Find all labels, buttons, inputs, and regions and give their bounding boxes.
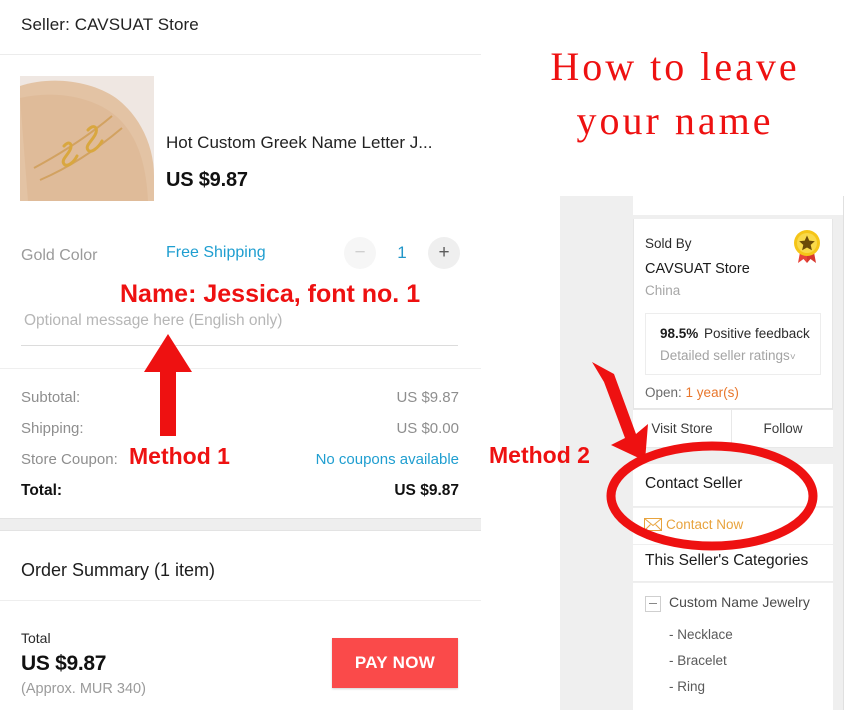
quantity-stepper: − 1 + bbox=[344, 237, 460, 269]
total-row-value: US $0.00 bbox=[396, 420, 459, 437]
store-coupon-link[interactable]: No coupons available bbox=[316, 451, 459, 468]
total-row: Subtotal: US $9.87 bbox=[0, 383, 481, 414]
grand-total-label: Total: bbox=[21, 482, 63, 499]
store-open-duration: Open: 1 year(s) bbox=[645, 385, 739, 400]
annotation-method-1: Method 1 bbox=[129, 443, 230, 469]
product-row: Hot Custom Greek Name Letter J... US $9.… bbox=[0, 55, 481, 269]
feedback-box[interactable]: 98.5% Positive feedback Detailed seller … bbox=[645, 313, 821, 375]
quantity-decrease-button[interactable]: − bbox=[344, 237, 376, 269]
medal-icon bbox=[792, 229, 822, 265]
order-summary-divider bbox=[0, 600, 481, 601]
contact-seller-label: Contact Seller bbox=[645, 475, 743, 492]
total-row: Shipping: US $0.00 bbox=[0, 414, 481, 445]
free-shipping-label[interactable]: Free Shipping bbox=[166, 244, 266, 262]
sellers-categories-label: This Seller's Categories bbox=[645, 552, 809, 569]
totals-list: Subtotal: US $9.87 Shipping: US $0.00 St… bbox=[0, 383, 481, 507]
store-open-years: 1 year(s) bbox=[685, 385, 739, 400]
order-summary-title: Order Summary (1 item) bbox=[21, 560, 216, 580]
feedback-percent: 98.5% bbox=[660, 326, 699, 341]
store-action-buttons: Visit Store Follow bbox=[633, 409, 833, 448]
category-child[interactable]: - Ring bbox=[669, 679, 705, 694]
annotation-title-line2: your name bbox=[576, 98, 774, 143]
total-row-label: Subtotal: bbox=[21, 389, 81, 406]
category-child[interactable]: - Necklace bbox=[669, 627, 733, 642]
follow-button[interactable]: Follow bbox=[733, 410, 833, 447]
category-parent[interactable]: Custom Name Jewelry bbox=[669, 594, 810, 610]
store-open-label: Open: bbox=[645, 385, 682, 400]
store-country: China bbox=[645, 283, 681, 298]
total-row: Store Coupon: No coupons available bbox=[0, 445, 481, 476]
annotation-method-2: Method 2 bbox=[489, 442, 590, 468]
grand-total-value: US $9.87 bbox=[394, 482, 459, 499]
envelope-icon bbox=[644, 518, 662, 531]
variant-label: Gold Color bbox=[21, 247, 98, 264]
screenshot-root: Seller: CAVSUAT Store Hot Custom Greek N… bbox=[0, 0, 850, 710]
categories-tree: Custom Name Jewelry - Necklace - Bracele… bbox=[633, 583, 833, 710]
quantity-value[interactable]: 1 bbox=[376, 237, 428, 269]
contact-seller-row[interactable]: Contact Seller bbox=[633, 464, 833, 507]
annotation-title-line1: How to leave bbox=[550, 44, 800, 89]
total-row-label: Store Coupon: bbox=[21, 451, 118, 468]
total-row-grand: Total: US $9.87 bbox=[0, 476, 481, 507]
annotation-title: How to leave your name bbox=[505, 40, 845, 148]
pay-total-approx: (Approx. MUR 340) bbox=[21, 681, 146, 697]
collapse-minus-icon[interactable] bbox=[645, 596, 661, 612]
sellers-categories-header: This Seller's Categories bbox=[633, 545, 833, 582]
visit-store-button[interactable]: Visit Store bbox=[633, 410, 732, 447]
chevron-down-icon: ˅ bbox=[789, 352, 796, 363]
quantity-increase-button[interactable]: + bbox=[428, 237, 460, 269]
store-name[interactable]: CAVSUAT Store bbox=[645, 261, 750, 277]
store-panel-top-gap bbox=[633, 196, 844, 215]
custom-message-placeholder: Optional message here (English only) bbox=[24, 312, 283, 329]
annotation-name-note: Name: Jessica, font no. 1 bbox=[120, 280, 421, 308]
product-title[interactable]: Hot Custom Greek Name Letter J... bbox=[166, 133, 466, 153]
total-row-label: Shipping: bbox=[21, 420, 84, 437]
category-child[interactable]: - Bracelet bbox=[669, 653, 727, 668]
pay-now-button[interactable]: PAY NOW bbox=[332, 638, 458, 688]
feedback-label: Positive feedback bbox=[704, 326, 810, 341]
seller-header: Seller: CAVSUAT Store bbox=[0, 0, 481, 55]
store-panel-edge bbox=[843, 196, 844, 710]
contact-now-label: Contact Now bbox=[666, 517, 744, 532]
totals-divider bbox=[0, 368, 481, 369]
section-separator bbox=[0, 518, 481, 531]
contact-now-row[interactable]: Contact Now bbox=[633, 508, 833, 544]
product-price: US $9.87 bbox=[166, 169, 248, 191]
seller-header-label: Seller: CAVSUAT Store bbox=[21, 15, 199, 34]
pay-total-value: US $9.87 bbox=[21, 652, 107, 675]
detailed-seller-ratings-link[interactable]: Detailed seller ratings˅ bbox=[660, 348, 796, 363]
sold-by-label: Sold By bbox=[645, 236, 692, 251]
total-row-value: US $9.87 bbox=[396, 389, 459, 406]
product-thumbnail[interactable] bbox=[20, 76, 154, 201]
pay-total-label: Total bbox=[21, 630, 51, 646]
checkout-panel: Seller: CAVSUAT Store Hot Custom Greek N… bbox=[0, 0, 481, 710]
detailed-seller-ratings-label: Detailed seller ratings bbox=[660, 348, 790, 363]
